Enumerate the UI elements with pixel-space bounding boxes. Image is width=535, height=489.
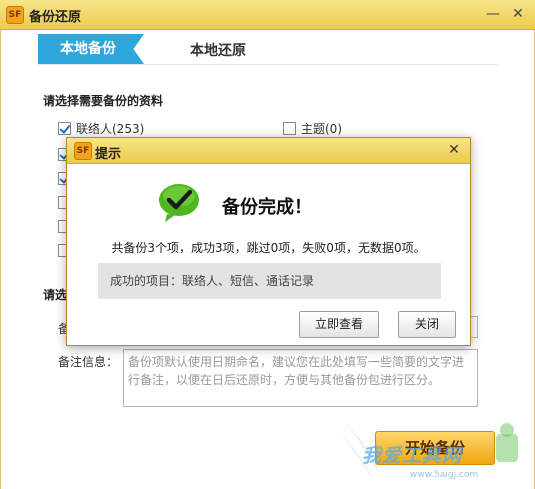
success-check-bubble-icon: [159, 184, 199, 222]
checkbox-contacts[interactable]: 联络人(253): [58, 120, 144, 136]
backup-summary-text: 共备份3个项，成功3项，跳过0项，失败0项，无数据0项。: [111, 241, 426, 255]
tab-local-backup[interactable]: 本地备份: [38, 34, 144, 64]
watermark-url: www.5aigj.com: [410, 470, 479, 480]
note-label: 备注信息：: [58, 355, 119, 369]
window-close-button[interactable]: ✕: [508, 5, 528, 23]
backup-section-title: 请选择需要备份的资料: [43, 94, 164, 108]
tab-divider: [38, 64, 498, 65]
success-items-box: 成功的项目：联络人、短信、通话记录: [98, 263, 441, 299]
backup-complete-dialog: SF 提示 ✕ 备份完成！ 共备份3个项，成功3项，跳过0项，失败0项，无数据0…: [66, 137, 471, 346]
checkbox-contacts-box[interactable]: [58, 121, 71, 135]
checkbox-theme[interactable]: 主题(0): [283, 120, 342, 136]
dialog-titlebar: SF 提示 ✕: [67, 138, 470, 164]
note-textarea[interactable]: 备份项默认使用日期命名，建议您在此处填写一些简要的文字进行备注，以便在日后还原时…: [123, 349, 478, 407]
dialog-logo-icon: SF: [74, 142, 92, 160]
checkbox-theme-box[interactable]: [283, 121, 296, 135]
success-title: 备份完成！: [222, 197, 312, 218]
settings-section-title: 请选: [43, 288, 68, 302]
dialog-title: 提示: [95, 147, 122, 162]
checkbox-theme-label: 主题(0): [301, 121, 342, 136]
minimize-button[interactable]: —: [483, 5, 503, 23]
dialog-close-button[interactable]: ✕: [445, 141, 463, 159]
view-now-button[interactable]: 立即查看: [299, 311, 379, 338]
app-logo-icon: SF: [6, 6, 24, 24]
watermark-text: 我爱工具网: [362, 445, 463, 467]
checkbox-contacts-label: 联络人(253): [76, 121, 145, 136]
main-titlebar: SF 备份还原 — ✕: [0, 0, 535, 30]
close-button[interactable]: 关闭: [398, 311, 456, 338]
tab-local-restore[interactable]: 本地还原: [190, 40, 246, 60]
window-title: 备份还原: [29, 10, 82, 25]
